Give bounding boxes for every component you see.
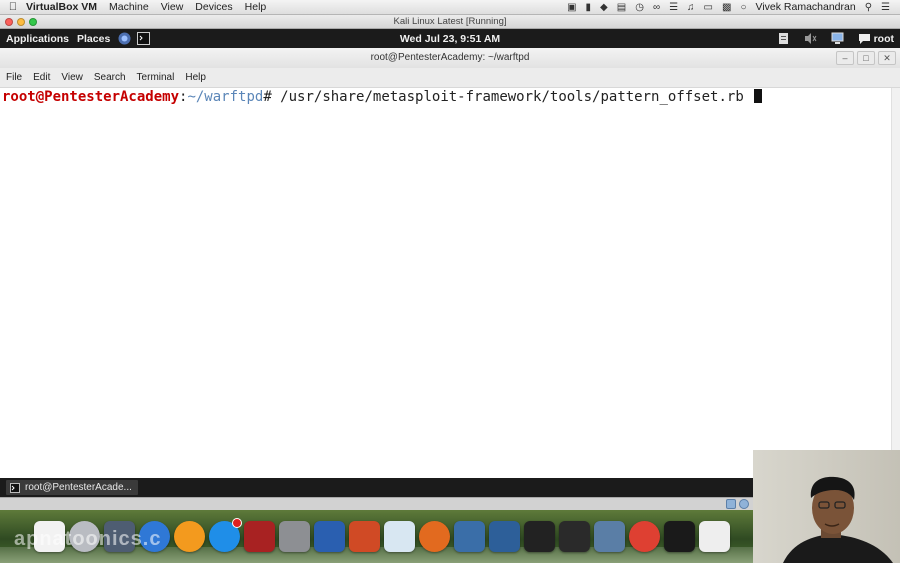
menu-edit[interactable]: Edit [33,72,50,83]
maximize-button[interactable]: □ [857,51,875,65]
menu-view[interactable]: View [161,1,184,13]
taskbar-terminal-item[interactable]: root@PentesterAcade... [6,480,138,495]
menu-help[interactable]: Help [245,1,267,13]
text-cursor [754,89,763,103]
battery-icon[interactable]: ▭ [704,2,713,13]
menu-machine[interactable]: Machine [109,1,149,13]
watermark: apnatoonics.c [14,528,162,550]
terminal-menubar: File Edit View Search Terminal Help [0,68,900,88]
dock-sheep-app-icon[interactable] [699,521,730,552]
dock-virtualbox-2-icon[interactable] [489,521,520,552]
prompt-symbol: # [263,89,272,105]
vm-optical-status-icon[interactable] [739,499,749,509]
zoom-window-button[interactable] [29,18,37,26]
typed-command: /usr/share/metasploit-framework/tools/pa… [271,89,753,105]
prompt-path: ~/warftpd [187,89,264,105]
menu-search[interactable]: Search [94,72,126,83]
mac-menu-bar:  VirtualBox VM Machine View Devices Hel… [0,0,900,15]
places-menu[interactable]: Places [77,33,110,45]
user-menu[interactable]: root [858,32,894,45]
dock-firefox-icon[interactable] [419,521,450,552]
terminal-window: root@PentesterAcademy: ~/warftpd – □ ✕ F… [0,48,900,478]
dock-window-thumb-2-icon[interactable] [559,521,590,552]
menu-help[interactable]: Help [185,72,206,83]
applications-menu[interactable]: Applications [6,33,69,45]
network-icon[interactable] [831,32,844,45]
spotlight-search-icon[interactable]: ⚲ [865,2,872,13]
dock-system-preferences-icon[interactable] [279,521,310,552]
close-window-button[interactable] [5,18,13,26]
terminal-output[interactable]: root@PentesterAcademy:~/warftpd# /usr/sh… [0,88,900,478]
notification-badge [232,518,242,528]
terminal-title: root@PentesterAcademy: ~/warftpd [370,52,530,63]
vm-window-titlebar: Kali Linux Latest [Running] [0,15,900,29]
camera-icon[interactable]: ▣ [567,2,576,13]
input-source-icon[interactable]: ▩ [722,2,731,13]
dock-chrome-icon[interactable] [629,521,660,552]
prompt-user-host: root@PentesterAcademy [2,89,180,105]
menu-devices[interactable]: Devices [195,1,232,13]
dock-window-thumb-icon[interactable] [524,521,555,552]
volume-muted-icon[interactable] [804,32,817,45]
apple-icon[interactable]:  [0,1,26,13]
terminal-icon [10,482,20,493]
vm-disk-status-icon[interactable] [726,499,736,509]
prompt-line: root@PentesterAcademy:~/warftpd# /usr/sh… [2,89,900,106]
iceweasel-launcher-icon[interactable] [118,32,131,45]
volume-icon[interactable]: ♫ [687,2,695,13]
vm-window-title: Kali Linux Latest [Running] [393,16,507,27]
dock-word-icon[interactable] [314,521,345,552]
menu-file[interactable]: File [6,72,22,83]
menu-terminal[interactable]: Terminal [137,72,175,83]
time-machine-icon[interactable]: ◷ [635,2,644,13]
minimize-window-button[interactable] [17,18,25,26]
status-circle-icon[interactable]: ○ [740,2,746,13]
close-button[interactable]: ✕ [878,51,896,65]
presenter-video [783,476,893,563]
notification-center-icon[interactable]: ☰ [881,2,890,13]
dropbox-icon[interactable]: ◆ [600,2,608,13]
taskbar-item-label: root@PentesterAcade... [25,482,132,493]
dock-powerpoint-icon[interactable] [349,521,380,552]
dock-ibooks-icon[interactable] [174,521,205,552]
battery-meter-icon[interactable]: ▤ [617,2,626,13]
app-menu-virtualbox[interactable]: VirtualBox VM [26,1,97,13]
dock-virtualbox-icon[interactable] [454,521,485,552]
chat-bubble-icon [858,34,870,44]
panel-clock[interactable]: Wed Jul 23, 9:51 AM [400,33,500,45]
dock-imovie-icon[interactable] [594,521,625,552]
user-name[interactable]: Vivek Ramachandran [756,1,856,13]
minimize-button[interactable]: – [836,51,854,65]
bluetooth-icon[interactable]: ∞ [653,2,660,13]
evernote-icon[interactable]: ▮ [586,2,592,13]
dock-app-store-icon[interactable] [209,518,242,552]
window-controls [5,18,37,26]
wifi-icon[interactable]: ☰ [669,2,678,13]
panel-tray: root [777,32,900,45]
mac-status-area: ▣ ▮ ◆ ▤ ◷ ∞ ☰ ♫ ▭ ▩ ○ Vivek Ramachandran… [567,1,900,13]
terminal-titlebar: root@PentesterAcademy: ~/warftpd – □ ✕ [0,48,900,68]
dock-terminal-app-icon[interactable] [664,521,695,552]
menu-view[interactable]: View [61,72,83,83]
user-menu-label: root [873,32,894,45]
webcam-overlay [753,450,900,563]
dock-photo-booth-icon[interactable] [244,521,275,552]
terminal-launcher-icon[interactable] [137,32,151,45]
clipboard-icon[interactable] [777,32,790,45]
kali-top-panel: Wed Jul 23, 9:51 AM Applications Places … [0,29,900,48]
terminal-scrollbar[interactable] [891,88,900,478]
dock-preview-doc-icon[interactable] [384,521,415,552]
